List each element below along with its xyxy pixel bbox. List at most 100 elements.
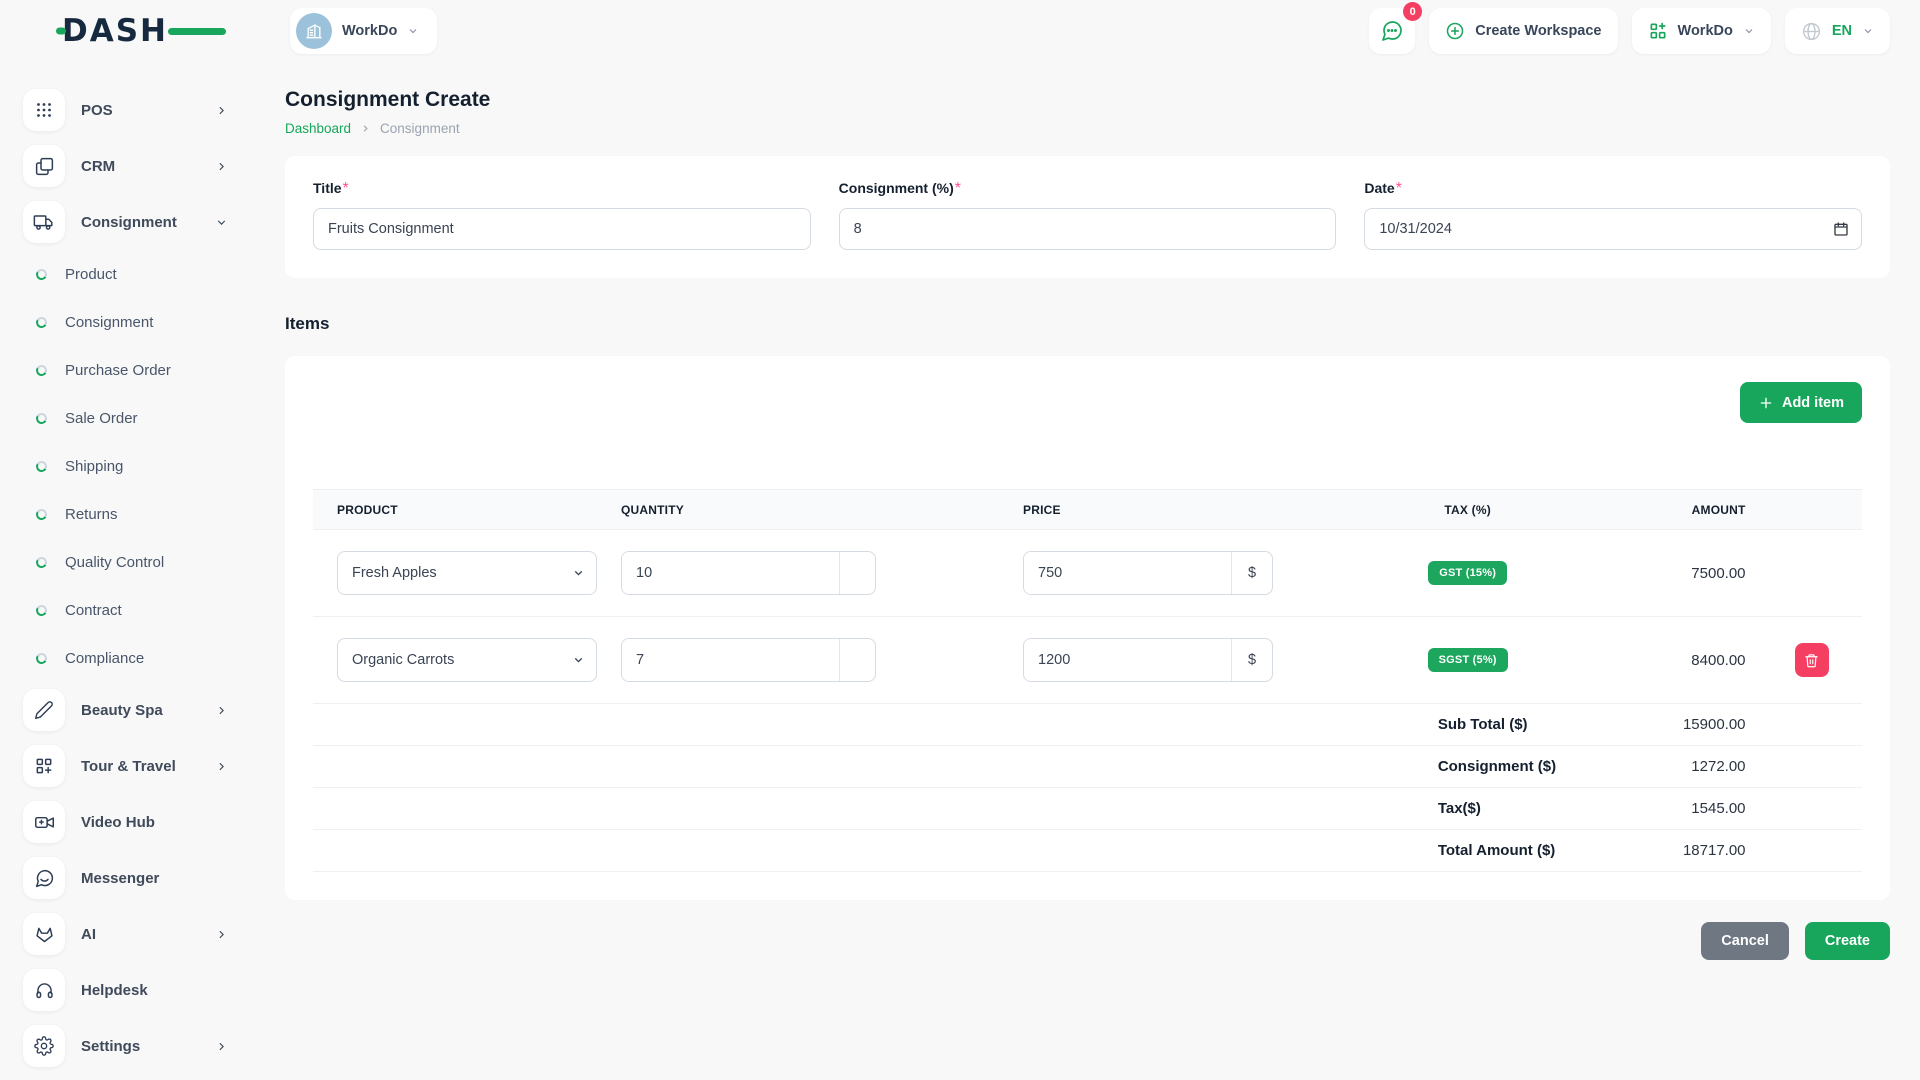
logo-text: DASH bbox=[62, 13, 168, 49]
main-content: Consignment Create Dashboard Consignment… bbox=[252, 62, 1920, 1000]
grand-total-row: Total Amount ($) 18717.00 bbox=[313, 829, 1862, 872]
required-asterisk: * bbox=[1395, 180, 1402, 197]
sidebar-subitem-returns[interactable]: Returns bbox=[34, 490, 228, 538]
sidebar-subitem-contract[interactable]: Contract bbox=[34, 586, 228, 634]
subtotal-value: 15900.00 bbox=[1645, 703, 1762, 746]
product-select[interactable]: Organic Carrots bbox=[337, 638, 597, 682]
sidebar-item-ai[interactable]: AI bbox=[23, 906, 228, 962]
apps-grid-icon bbox=[37, 103, 51, 117]
sidebar-item-label: Tour & Travel bbox=[81, 757, 176, 775]
settings-tile bbox=[23, 1025, 65, 1067]
consignment-tile bbox=[23, 201, 65, 243]
column-header-tax: TAX (%) bbox=[1289, 489, 1646, 530]
chevron-right-icon bbox=[219, 106, 224, 114]
consignment-pct-input[interactable] bbox=[838, 208, 1337, 250]
quantity-group bbox=[621, 551, 876, 595]
sidebar-item-label: Helpdesk bbox=[81, 981, 148, 999]
quantity-input[interactable] bbox=[622, 639, 839, 681]
workdo-menu-button[interactable]: WorkDo bbox=[1631, 8, 1771, 54]
tax-total-label: Tax($) bbox=[1289, 787, 1646, 830]
truck-icon bbox=[33, 215, 53, 230]
sidebar-item-label: POS bbox=[81, 101, 113, 119]
quantity-input[interactable] bbox=[622, 552, 839, 594]
product-select[interactable]: Fresh Apples bbox=[337, 551, 597, 595]
sidebar-subitem-label: Consignment bbox=[65, 313, 154, 331]
sidebar-item-beauty-spa[interactable]: Beauty Spa bbox=[23, 682, 228, 738]
consignment-total-value: 1272.00 bbox=[1645, 745, 1762, 788]
bullet-icon bbox=[34, 363, 49, 377]
sidebar-item-consignment[interactable]: Consignment bbox=[23, 194, 228, 250]
copy-squares-icon bbox=[35, 157, 53, 175]
items-section-heading: Items bbox=[285, 314, 330, 333]
cancel-button[interactable]: Cancel bbox=[1701, 922, 1789, 960]
quantity-addon[interactable] bbox=[839, 639, 875, 681]
quantity-addon[interactable] bbox=[839, 552, 875, 594]
workspace-name: WorkDo bbox=[342, 23, 398, 39]
create-workspace-button[interactable]: Create Workspace bbox=[1429, 8, 1618, 54]
bullet-icon bbox=[34, 315, 49, 329]
chevron-right-icon bbox=[219, 762, 224, 770]
sidebar-subitem-quality-control[interactable]: Quality Control bbox=[34, 538, 228, 586]
create-workspace-label: Create Workspace bbox=[1475, 23, 1602, 39]
currency-addon: $ bbox=[1231, 639, 1272, 681]
globe-icon bbox=[1802, 22, 1820, 40]
sidebar-item-helpdesk[interactable]: Helpdesk bbox=[23, 962, 228, 1018]
sidebar-subitem-product[interactable]: Product bbox=[34, 250, 228, 298]
chevron-right-icon bbox=[219, 1042, 224, 1050]
sidebar-subitem-compliance[interactable]: Compliance bbox=[34, 634, 228, 682]
notification-badge: 0 bbox=[1403, 2, 1423, 21]
sidebar-item-pos[interactable]: POS bbox=[23, 82, 228, 138]
consignment-total-label: Consignment ($) bbox=[1289, 745, 1646, 788]
grid-plus-icon bbox=[1650, 22, 1666, 39]
sidebar-subitem-consignment[interactable]: Consignment bbox=[34, 298, 228, 346]
delete-row-button[interactable] bbox=[1794, 643, 1829, 677]
trash-icon bbox=[1805, 653, 1818, 667]
date-label: Date bbox=[1364, 180, 1395, 196]
date-input[interactable] bbox=[1364, 208, 1862, 250]
sidebar-item-tour-travel[interactable]: Tour & Travel bbox=[23, 738, 228, 794]
price-group: $ bbox=[1023, 551, 1274, 595]
bullet-icon bbox=[34, 555, 49, 569]
sidebar-item-label: Beauty Spa bbox=[81, 701, 163, 719]
sidebar-subitem-sale-order[interactable]: Sale Order bbox=[34, 394, 228, 442]
add-item-button[interactable]: Add item bbox=[1739, 382, 1862, 423]
beauty-spa-tile bbox=[23, 689, 65, 731]
breadcrumb: Dashboard Consignment bbox=[285, 121, 1890, 136]
chat-bubble-icon bbox=[35, 869, 53, 887]
breadcrumb-dashboard-link[interactable]: Dashboard bbox=[285, 121, 351, 136]
price-input[interactable] bbox=[1024, 552, 1232, 594]
brush-icon bbox=[34, 701, 53, 720]
sidebar-subitem-label: Purchase Order bbox=[65, 361, 171, 379]
sidebar-subitem-label: Quality Control bbox=[65, 553, 165, 571]
chevron-down-icon bbox=[409, 29, 417, 34]
plus-icon bbox=[1760, 397, 1772, 408]
sidebar-item-messenger[interactable]: Messenger bbox=[23, 850, 228, 906]
sidebar-subitem-shipping[interactable]: Shipping bbox=[34, 442, 228, 490]
title-input[interactable] bbox=[313, 208, 811, 250]
messenger-tile bbox=[23, 857, 65, 899]
gear-icon bbox=[34, 1036, 54, 1056]
currency-addon: $ bbox=[1231, 552, 1272, 594]
create-button[interactable]: Create bbox=[1804, 922, 1890, 960]
sidebar-subitem-label: Returns bbox=[65, 505, 118, 523]
sidebar-item-crm[interactable]: CRM bbox=[23, 138, 228, 194]
items-table-header-row: PRODUCT QUANTITY PRICE TAX (%) AMOUNT bbox=[313, 489, 1862, 530]
messages-button[interactable]: 0 bbox=[1369, 2, 1423, 54]
bullet-icon bbox=[34, 267, 49, 281]
amount-value: 7500.00 bbox=[1645, 529, 1762, 617]
title-field-group: Title* bbox=[313, 180, 811, 250]
sidebar-item-video-hub[interactable]: Video Hub bbox=[23, 794, 228, 850]
logo-dash-accent bbox=[56, 27, 66, 35]
price-input[interactable] bbox=[1024, 639, 1232, 681]
grid-plus-icon bbox=[36, 758, 52, 774]
bullet-icon bbox=[34, 507, 49, 521]
sidebar-subitem-purchase-order[interactable]: Purchase Order bbox=[34, 346, 228, 394]
language-selector[interactable]: EN bbox=[1784, 8, 1890, 54]
page-title: Consignment Create bbox=[285, 88, 491, 111]
sidebar-item-settings[interactable]: Settings bbox=[23, 1018, 228, 1074]
workspace-switcher[interactable]: WorkDo bbox=[290, 8, 438, 54]
crm-tile bbox=[23, 145, 65, 187]
logo-bar-accent bbox=[168, 28, 226, 36]
chevron-down-icon bbox=[1745, 29, 1753, 34]
building-icon bbox=[306, 24, 322, 39]
